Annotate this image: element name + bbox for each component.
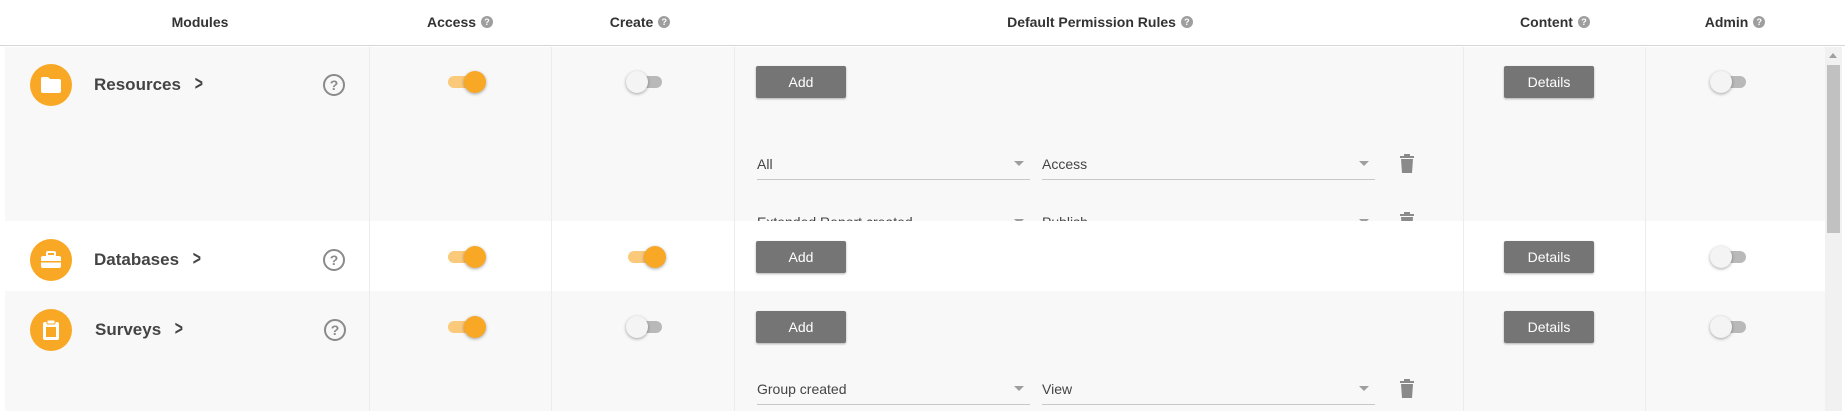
caret-down-icon [1359,386,1369,391]
help-icon[interactable]: ? [658,16,671,28]
create-toggle[interactable] [626,316,666,338]
table-header: Modules Access ? Create ? Default Permis… [0,0,1845,46]
rule-condition-value: Group created [757,380,847,397]
module-link-surveys[interactable]: Surveys > [95,318,185,341]
chevron-right-icon: > [192,248,201,270]
rule-permission-value: View [1042,380,1073,397]
header-modules-label: Modules [171,14,229,30]
modules-table-body: Resources > ? Add All Access Extended Re… [5,47,1825,411]
access-toggle[interactable] [446,71,486,93]
header-rules-label: Default Permission Rules [1007,14,1176,30]
help-icon[interactable]: ? [1753,16,1766,28]
table-row: Surveys > ? Add Group created View Detai… [5,291,1825,411]
rule-condition-select[interactable]: Group created [757,373,1030,405]
rule-condition-select[interactable]: All [757,148,1030,180]
admin-toggle[interactable] [1710,71,1750,93]
header-access-label: Access [426,14,477,30]
module-name: Resources [94,74,181,94]
help-icon[interactable]: ? [1577,16,1590,28]
create-toggle[interactable] [626,246,666,268]
caret-down-icon [1359,161,1369,166]
details-button[interactable]: Details [1504,66,1594,98]
scrollbar-thumb[interactable] [1827,65,1840,233]
divider [369,47,370,221]
details-button[interactable]: Details [1504,241,1594,273]
help-icon[interactable]: ? [1180,16,1193,28]
access-toggle[interactable] [446,316,486,338]
vertical-scrollbar[interactable] [1825,47,1842,411]
create-toggle[interactable] [626,71,666,93]
rule-permission-select[interactable]: Access [1042,148,1375,180]
header-access: Access ? [370,0,550,44]
help-icon[interactable]: ? [324,319,346,341]
add-rule-button[interactable]: Add [756,66,846,98]
divider [551,221,552,291]
add-rule-button[interactable]: Add [756,311,846,343]
header-admin: Admin ? [1645,0,1825,44]
header-admin-label: Admin [1704,14,1749,30]
trash-icon[interactable] [1399,379,1415,399]
rule-permission-value: Access [1042,155,1088,172]
divider [734,291,735,411]
rule-permission-select[interactable]: View [1042,373,1375,405]
access-toggle[interactable] [446,246,486,268]
table-row: Databases > ? Add Details [5,221,1825,291]
rule-condition-value: All [757,155,773,172]
caret-down-icon [1014,386,1024,391]
chevron-right-icon: > [194,73,203,95]
toolbox-icon [30,239,72,281]
header-create-label: Create [609,14,654,30]
details-button[interactable]: Details [1504,311,1594,343]
divider [551,291,552,411]
header-create: Create ? [550,0,730,44]
divider [1645,221,1646,291]
divider [1463,221,1464,291]
module-name: Databases [94,249,180,269]
help-icon[interactable]: ? [323,249,345,271]
header-content: Content ? [1465,0,1645,44]
trash-icon[interactable] [1399,154,1415,174]
header-content-label: Content [1520,14,1573,30]
divider [734,47,735,221]
divider [1645,291,1646,411]
help-icon[interactable]: ? [481,16,494,28]
divider [1463,291,1464,411]
clipboard-icon [30,309,72,351]
header-modules: Modules [80,0,320,44]
caret-down-icon [1014,161,1024,166]
folder-icon [30,64,72,106]
module-name: Surveys [95,319,162,339]
divider [369,291,370,411]
divider [369,221,370,291]
admin-toggle[interactable] [1710,316,1750,338]
divider [734,221,735,291]
module-link-resources[interactable]: Resources > [94,73,205,96]
help-icon[interactable]: ? [323,74,345,96]
scroll-up-arrow-icon[interactable] [1829,53,1837,58]
table-row: Resources > ? Add All Access Extended Re… [5,47,1825,238]
module-link-databases[interactable]: Databases > [94,248,203,271]
divider [551,47,552,221]
chevron-right-icon: > [174,318,184,340]
admin-toggle[interactable] [1710,246,1750,268]
divider [1645,47,1646,221]
header-rules: Default Permission Rules ? [735,0,1465,44]
divider [1463,47,1464,221]
add-rule-button[interactable]: Add [756,241,846,273]
